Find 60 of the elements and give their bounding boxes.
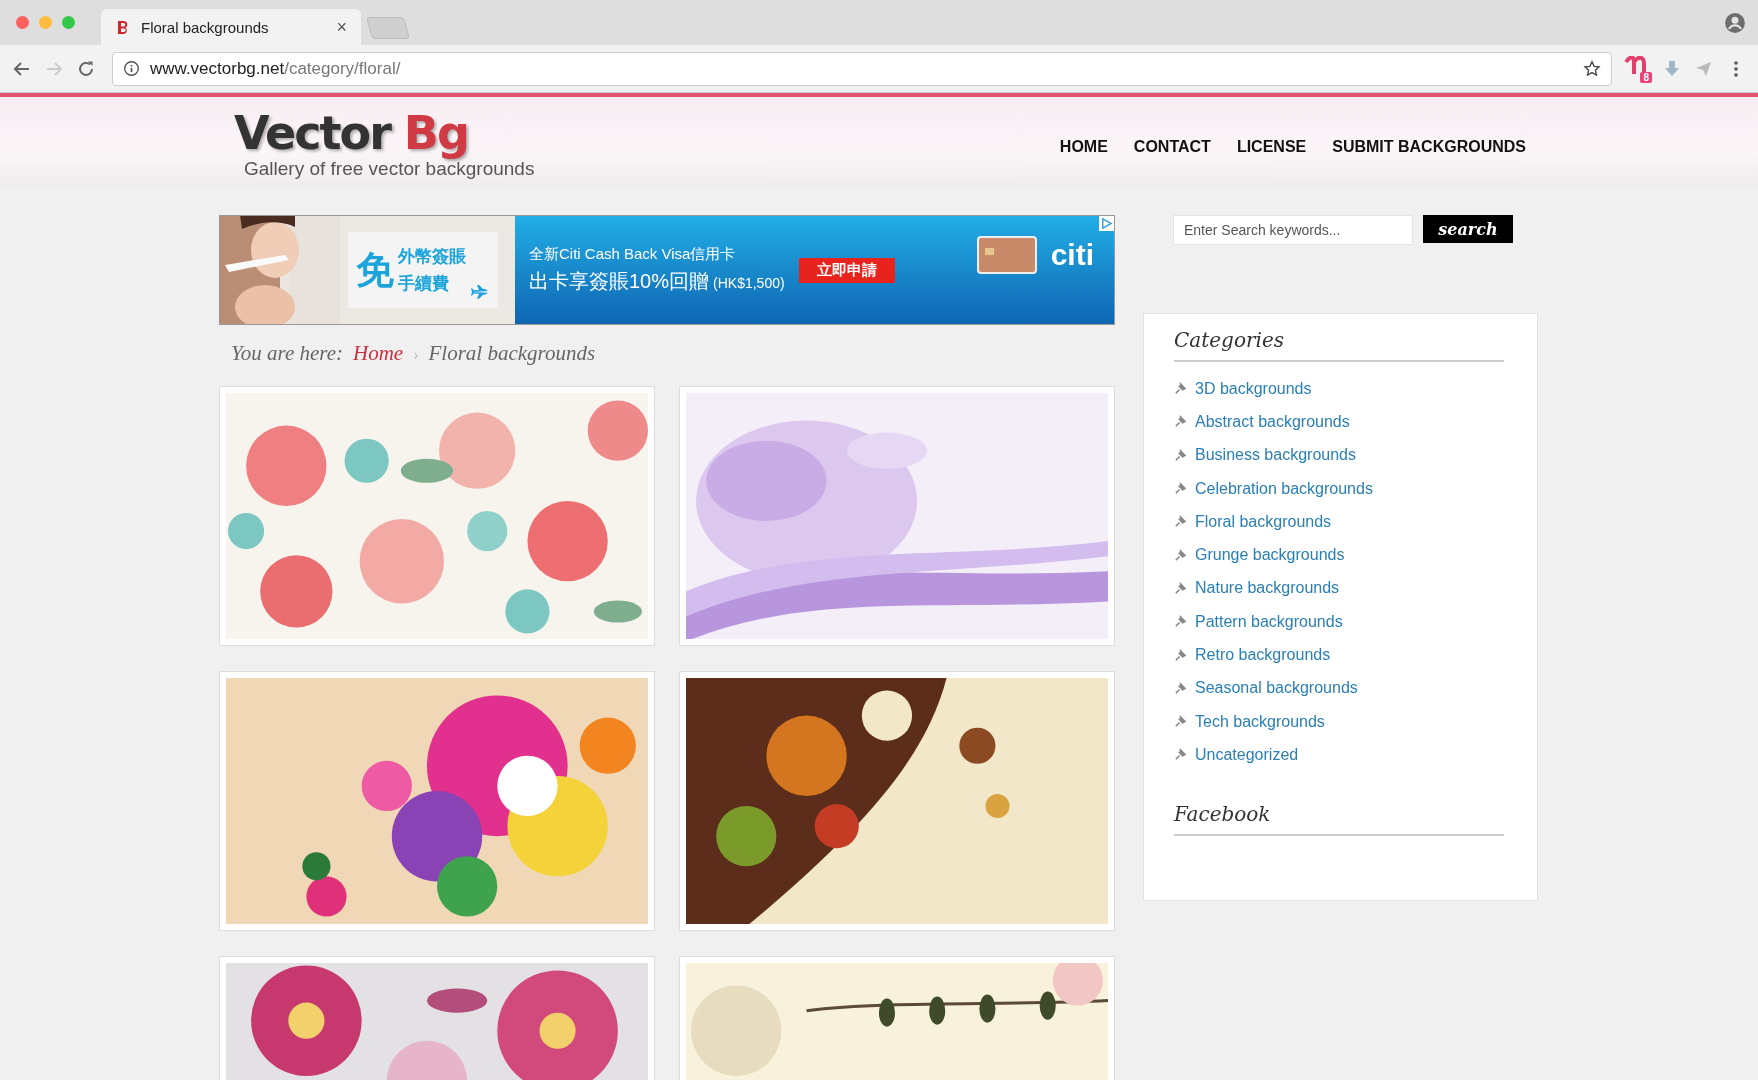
- search-field[interactable]: Enter Search keywords...: [1173, 215, 1413, 245]
- category-link[interactable]: Pattern backgrounds: [1195, 612, 1343, 631]
- breadcrumb-link[interactable]: Home: [353, 341, 404, 366]
- category-link[interactable]: Seasonal backgrounds: [1195, 679, 1358, 698]
- ad-promo-text: 外幣簽賬: [398, 246, 466, 268]
- ad-apply-button[interactable]: 立即申請: [798, 257, 895, 283]
- info-icon: [123, 60, 140, 77]
- ad-promo-text: 手續費: [398, 273, 450, 295]
- widget-title: Facebook: [1174, 801, 1272, 826]
- pin-icon: [1174, 382, 1187, 396]
- pin-icon: [1174, 415, 1187, 429]
- address-bar[interactable]: www.vectorbg.net/category/floral/: [112, 51, 1612, 86]
- category-link[interactable]: Business backgrounds: [1195, 446, 1356, 465]
- ad-brand-logo: citi: [1050, 238, 1094, 272]
- pin-icon: [1174, 615, 1187, 629]
- credit-card-icon: [976, 236, 1037, 274]
- ad-promo-big-text: 免: [356, 247, 394, 293]
- search-button[interactable]: search: [1423, 215, 1513, 243]
- nav-link[interactable]: SUBMIT BACKGROUNDS: [1332, 137, 1526, 156]
- breadcrumb-label: You are here:: [231, 341, 343, 366]
- category-link[interactable]: Tech backgrounds: [1195, 712, 1325, 731]
- category-link[interactable]: Abstract backgrounds: [1195, 412, 1350, 431]
- category-link[interactable]: 3D backgrounds: [1195, 379, 1312, 398]
- tab-title: Floral backgrounds: [141, 18, 270, 36]
- pin-icon: [1174, 548, 1187, 562]
- category-link[interactable]: Grunge backgrounds: [1195, 546, 1345, 565]
- nav-link[interactable]: HOME: [1059, 137, 1108, 156]
- site-logo[interactable]: Vector Bg Gallery of free vector backgrounds: [234, 105, 535, 180]
- pin-icon: [1174, 681, 1187, 695]
- airplane-icon: [470, 282, 490, 302]
- script-letter-icon: [1624, 55, 1646, 76]
- pin-icon: [1174, 648, 1187, 662]
- category-link[interactable]: Uncategorized: [1195, 745, 1299, 764]
- category-link[interactable]: Retro backgrounds: [1195, 646, 1331, 664]
- category-link[interactable]: Floral backgrounds: [1195, 512, 1332, 531]
- ad-headline: 全新Citi Cash Back Visa信用卡: [529, 245, 737, 264]
- extension-badge: 8: [1640, 71, 1652, 83]
- url-text: www.vectorbg.net/category/floral/: [150, 58, 402, 79]
- pin-icon: [1174, 581, 1187, 595]
- widget-title: Categories: [1174, 328, 1285, 352]
- profile-icon[interactable]: [1724, 12, 1746, 34]
- maximize-window-button[interactable]: [62, 16, 75, 29]
- close-window-button[interactable]: [16, 16, 29, 29]
- nav-link[interactable]: CONTACT: [1133, 137, 1211, 156]
- breadcrumb-current: Floral backgrounds: [428, 341, 596, 366]
- extension-button[interactable]: 8: [1624, 55, 1650, 82]
- category-link[interactable]: Nature backgrounds: [1195, 579, 1340, 598]
- tab-close-button[interactable]: ×: [336, 16, 347, 38]
- pin-icon: [1174, 515, 1187, 529]
- pin-icon: [1174, 715, 1187, 729]
- breadcrumb-separator: ›: [413, 346, 419, 364]
- browser-tab[interactable]: Floral backgrounds ×: [101, 9, 361, 45]
- bookmark-star-icon[interactable]: [1583, 59, 1601, 78]
- ad-choices-icon[interactable]: [1099, 216, 1114, 231]
- ad-offer-text: 出卡享簽賬10%回贈 (HK$1,500): [529, 269, 785, 294]
- nav-link[interactable]: LICENSE: [1236, 137, 1307, 156]
- category-link[interactable]: Celebration backgrounds: [1195, 479, 1373, 498]
- pin-icon: [1174, 482, 1187, 496]
- pin-icon: [1174, 448, 1187, 462]
- pin-icon: [1174, 748, 1187, 762]
